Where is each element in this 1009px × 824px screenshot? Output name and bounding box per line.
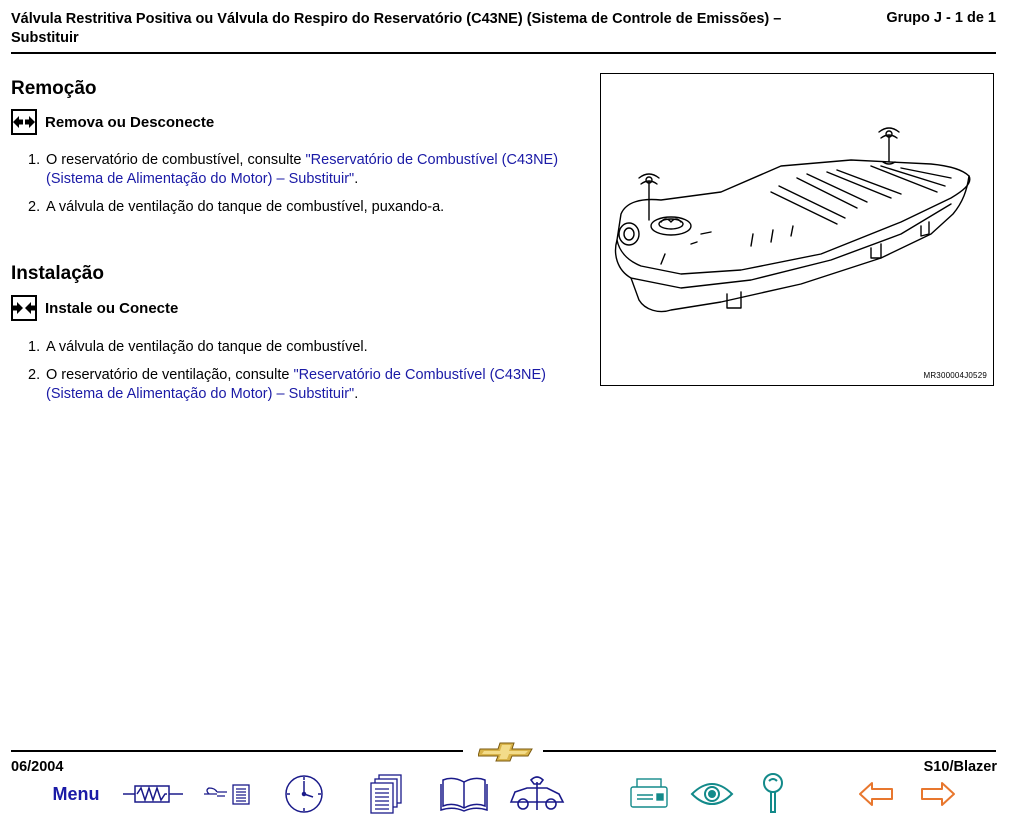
installation-subheading-label: Instale ou Conecte xyxy=(45,299,179,317)
documents-icon xyxy=(370,774,402,814)
chevrolet-bowtie-logo xyxy=(477,740,534,767)
figure-code: MR300004J0529 xyxy=(923,371,987,380)
previous-page-arrow-icon xyxy=(859,782,893,806)
wiring-diagram-button[interactable] xyxy=(120,772,186,816)
removal-subheading: Remova ou Desconecte xyxy=(11,108,214,136)
fuel-tank-illustration: MR300004J0529 xyxy=(600,73,994,386)
fuel-tank-drawing xyxy=(614,127,971,313)
clock-icon xyxy=(285,775,323,813)
removal-heading: Remoção xyxy=(11,78,97,99)
book-icon xyxy=(440,777,488,812)
clock-button[interactable] xyxy=(280,772,328,816)
reference-note-button[interactable] xyxy=(200,772,254,816)
next-page-arrow-icon xyxy=(921,782,955,806)
magnifier-icon xyxy=(763,773,783,813)
reference-note-icon xyxy=(204,784,250,805)
wiring-diagram-icon xyxy=(123,785,183,803)
document-header: Válvula Restritiva Positiva ou Válvula d… xyxy=(11,8,996,54)
list-item: 1. A válvula de ventilação do tanque de … xyxy=(28,339,368,355)
page-indicator: Grupo J - 1 de 1 xyxy=(886,10,996,26)
book-button[interactable] xyxy=(438,772,490,816)
menu-button[interactable]: Menu xyxy=(44,772,108,816)
remove-arrows-icon xyxy=(11,109,37,135)
eye-icon xyxy=(690,783,734,805)
service-car-icon xyxy=(509,776,565,810)
printer-button[interactable] xyxy=(626,772,672,816)
magnifier-button[interactable] xyxy=(756,772,790,816)
installation-heading: Instalação xyxy=(11,263,104,284)
documents-button[interactable] xyxy=(362,772,408,816)
removal-subheading-label: Remova ou Desconecte xyxy=(45,113,215,131)
service-car-button[interactable] xyxy=(506,772,568,816)
removal-steps: 1. O reservatório de combustível, consul… xyxy=(28,151,573,226)
footer-divider-left xyxy=(11,750,463,752)
install-arrows-icon xyxy=(11,295,37,321)
installation-steps: 1. A válvula de ventilação do tanque de … xyxy=(28,338,573,413)
next-page-button[interactable] xyxy=(918,772,958,816)
installation-subheading: Instale ou Conecte xyxy=(11,294,178,322)
list-item: 2. A válvula de ventilação do tanque de … xyxy=(28,199,445,215)
eye-button[interactable] xyxy=(688,772,736,816)
list-item: 2. O reservatório de ventilação, consult… xyxy=(28,367,546,402)
list-item: 1. O reservatório de combustível, consul… xyxy=(28,152,559,187)
previous-page-button[interactable] xyxy=(856,772,896,816)
footer-divider-right xyxy=(543,750,996,752)
printer-icon xyxy=(630,778,668,808)
document-title: Válvula Restritiva Positiva ou Válvula d… xyxy=(11,11,782,46)
